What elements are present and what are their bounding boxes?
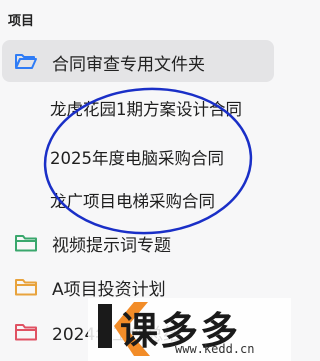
file-label: 2025年度电脑采购合同 bbox=[50, 149, 224, 168]
folder-icon bbox=[15, 279, 37, 296]
folder-open-icon bbox=[15, 54, 37, 69]
file-item[interactable]: 2025年度电脑采购合同 bbox=[0, 142, 291, 172]
folder-icon bbox=[15, 235, 37, 252]
folder-item-contract-review[interactable]: 合同审查专用文件夹 bbox=[0, 40, 291, 82]
folder-item-video-prompts[interactable]: 视频提示词专题 bbox=[0, 228, 291, 258]
watermark-url: www.kedd.cn bbox=[175, 342, 255, 356]
folder-icon bbox=[15, 324, 37, 341]
file-label: 龙广项目电梯采购合同 bbox=[50, 192, 215, 211]
file-label: 龙虎花园1期方案设计合同 bbox=[50, 100, 242, 119]
file-item[interactable]: 龙虎花园1期方案设计合同 bbox=[0, 93, 291, 123]
folder-label: 视频提示词专题 bbox=[52, 236, 171, 256]
section-title: 项目 bbox=[8, 14, 35, 29]
folder-label: 合同审查专用文件夹 bbox=[52, 55, 205, 75]
file-item[interactable]: 龙广项目电梯采购合同 bbox=[0, 185, 291, 215]
